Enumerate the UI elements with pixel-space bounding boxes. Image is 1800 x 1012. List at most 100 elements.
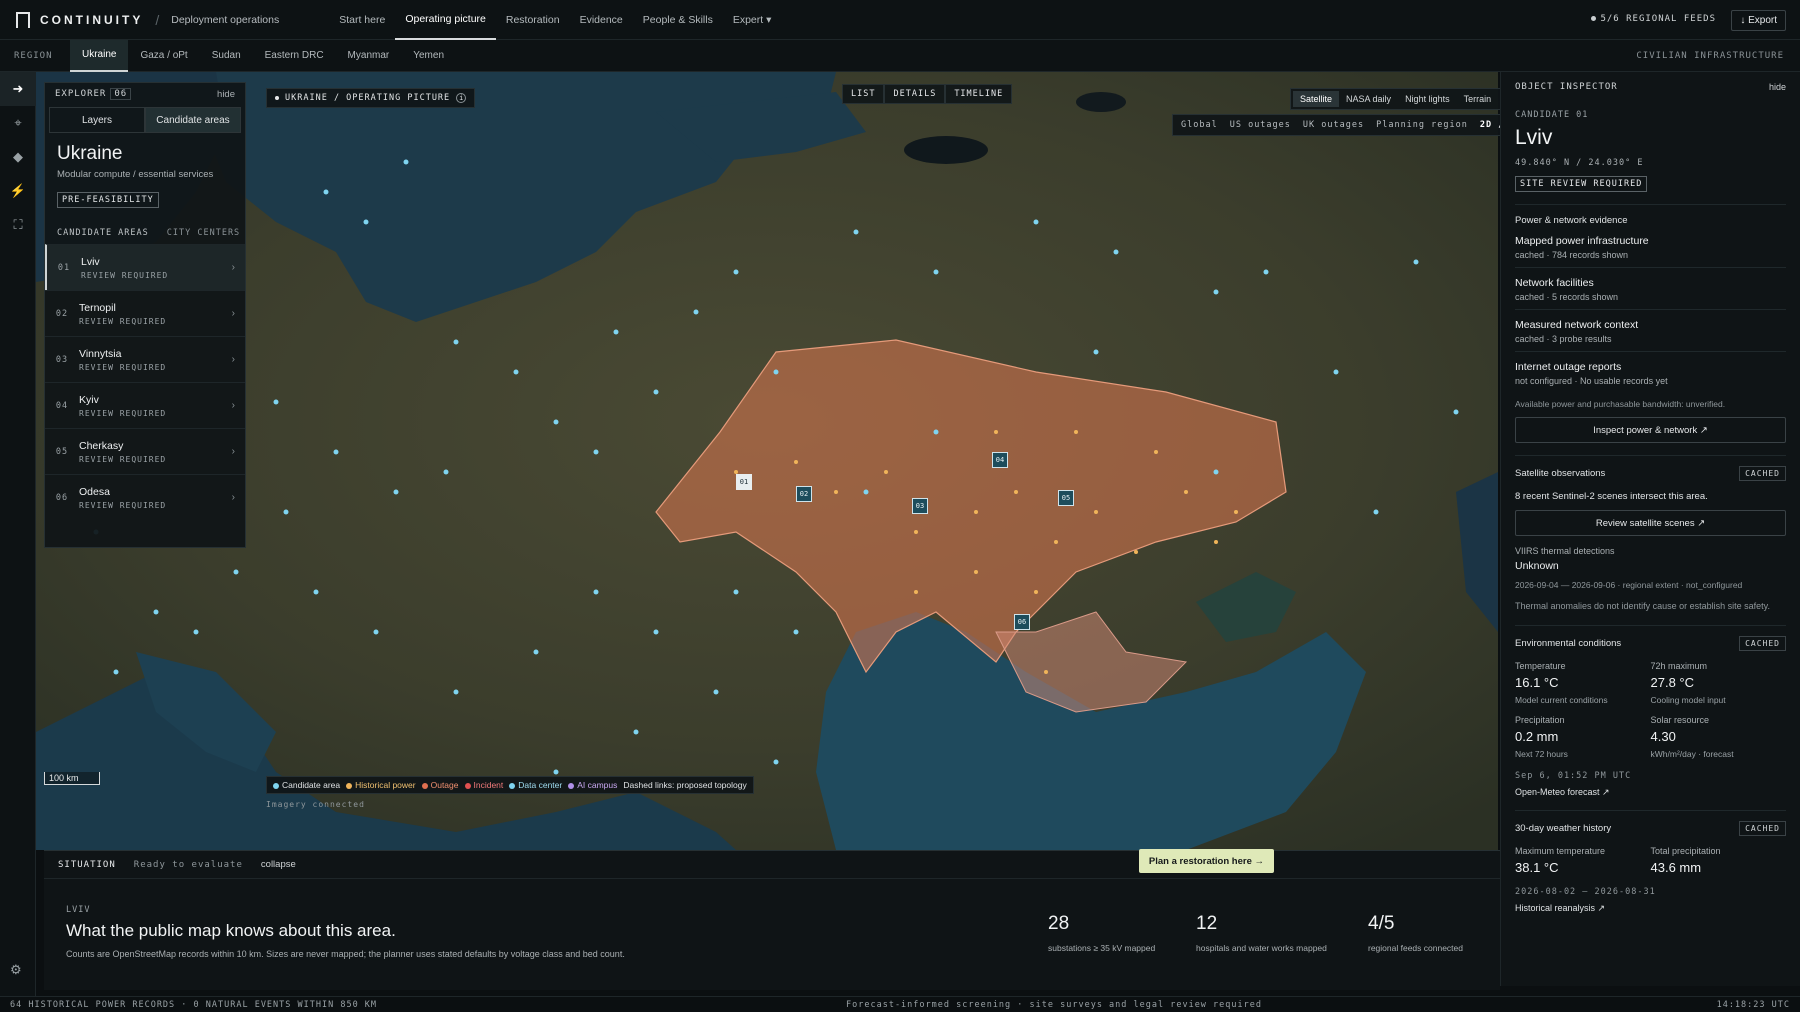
evidence-item[interactable]: Network facilities cached · 5 records sho…: [1515, 268, 1786, 310]
nav-people-skills[interactable]: People & Skills: [633, 0, 723, 40]
candidate-item-ternopil[interactable]: 02 Ternopil REVIEW REQUIRED ›: [45, 290, 245, 336]
stat-regional-feeds: 4/5 regional feeds connected: [1368, 913, 1463, 953]
map-marker-04[interactable]: 04: [992, 452, 1008, 468]
chevron-right-icon: ›: [231, 400, 235, 411]
region-tab-ukraine[interactable]: Ukraine: [70, 39, 129, 72]
fullscreen-icon[interactable]: ⛶: [0, 208, 36, 242]
basemap-night-lights[interactable]: Night lights: [1398, 91, 1457, 107]
candidate-status: REVIEW REQUIRED: [79, 454, 167, 464]
legend-dashed-links: Dashed links: proposed topology: [623, 780, 747, 790]
overlay-planning-region[interactable]: Planning region: [1370, 117, 1474, 133]
open-meteo-link[interactable]: Open-Meteo forecast ↗: [1515, 787, 1786, 798]
region-tab-eastern-drc[interactable]: Eastern DRC: [253, 40, 336, 72]
environment-section-title: Environmental conditions: [1515, 637, 1622, 649]
viirs-range: 2026-09-04 — 2026-09-06 · regional exten…: [1515, 580, 1743, 590]
map-marker-03[interactable]: 03: [912, 498, 928, 514]
satellite-map: [36, 72, 1498, 850]
candidate-list-tabs: CANDIDATE AREAS CITY CENTERS: [57, 228, 245, 238]
region-tab-myanmar[interactable]: Myanmar: [336, 40, 402, 72]
region-label: REGION: [14, 50, 53, 61]
overlay-global[interactable]: Global: [1175, 117, 1224, 133]
basemap-terrain[interactable]: Terrain: [1457, 91, 1499, 107]
evidence-item[interactable]: Mapped power infrastructure cached · 784 …: [1515, 226, 1786, 268]
viirs-value: Unknown: [1515, 560, 1559, 572]
export-button[interactable]: ↓ Export: [1731, 10, 1786, 31]
review-satellite-scenes-button[interactable]: Review satellite scenes ↗: [1515, 510, 1786, 536]
region-tab-yemen[interactable]: Yemen: [401, 40, 456, 72]
nav-start-here[interactable]: Start here: [329, 0, 395, 40]
tab-candidate-areas-list[interactable]: CANDIDATE AREAS: [57, 228, 149, 238]
view-tabs: LIST DETAILS TIMELINE: [842, 84, 1013, 104]
chevron-right-icon: ›: [231, 308, 235, 319]
evidence-item[interactable]: Measured network context cached · 3 probe…: [1515, 310, 1786, 352]
candidate-item-cherkasy[interactable]: 05 Cherkasy REVIEW REQUIRED ›: [45, 428, 245, 474]
env-precipitation: Precipitation 0.2 mm Next 72 hours: [1515, 714, 1568, 759]
layers-diamond-icon[interactable]: ◆: [0, 140, 36, 174]
nav-operating-picture[interactable]: Operating picture: [395, 0, 496, 40]
basemap-nasa-daily[interactable]: NASA daily: [1339, 91, 1398, 107]
map-marker-06[interactable]: 06: [1014, 614, 1030, 630]
candidate-item-odesa[interactable]: 06 Odesa REVIEW REQUIRED ›: [45, 474, 245, 520]
env-timestamp: Sep 6, 01:52 PM UTC: [1515, 770, 1632, 781]
stat-substations: 28 substations ≥ 35 kV mapped: [1048, 913, 1156, 953]
map-marker-02[interactable]: 02: [796, 486, 812, 502]
evidence-item[interactable]: Internet outage reports not configured · …: [1515, 352, 1786, 393]
tab-layers[interactable]: Layers: [49, 107, 145, 133]
candidate-item-lviv[interactable]: 01 Lviv REVIEW REQUIRED ›: [45, 244, 245, 290]
nav-evidence[interactable]: Evidence: [570, 0, 633, 40]
region-tab-sudan[interactable]: Sudan: [200, 40, 253, 72]
explorer-header: EXPLORER 06 hide: [45, 83, 245, 105]
nav-restoration[interactable]: Restoration: [496, 0, 570, 40]
hist-total-precipitation: Total precipitation 43.6 mm: [1650, 845, 1721, 875]
plan-restoration-button[interactable]: Plan a restoration here →: [1138, 849, 1274, 873]
tab-timeline[interactable]: TIMELINE: [945, 84, 1013, 104]
basemap-satellite[interactable]: Satellite: [1293, 91, 1340, 107]
candidate-item-vinnytsia[interactable]: 03 Vinnytsia REVIEW REQUIRED ›: [45, 336, 245, 382]
collapse-button[interactable]: collapse: [261, 859, 296, 870]
info-icon[interactable]: i: [456, 93, 467, 103]
historical-reanalysis-link[interactable]: Historical reanalysis ↗: [1515, 903, 1786, 914]
nav-expert-dropdown[interactable]: Expert ▾: [723, 0, 782, 40]
env-72h-maximum: 72h maximum 27.8 °C Cooling model input: [1650, 660, 1726, 705]
chevron-right-icon: ›: [231, 354, 235, 365]
explorer-panel: EXPLORER 06 hide Layers Candidate areas U…: [44, 82, 246, 548]
settings-gear-icon[interactable]: ⚙: [10, 962, 22, 978]
status-left: 64 HISTORICAL POWER RECORDS · 0 NATURAL …: [10, 999, 378, 1010]
map-marker-05[interactable]: 05: [1058, 490, 1074, 506]
chevron-right-icon: ›: [231, 446, 235, 457]
bandwidth-note: Available power and purchasable bandwidt…: [1515, 399, 1726, 409]
evidence-sub: cached · 784 records shown: [1515, 250, 1629, 260]
satellite-section-title: Satellite observations: [1515, 468, 1606, 479]
environment-grid: Temperature 16.1 °C Model current conditio…: [1515, 661, 1786, 759]
tool-rail: ➜ ⌖ ◆ ⚡ ⛶: [0, 72, 36, 998]
map-marker-01[interactable]: 01: [736, 474, 752, 490]
satellite-scenes-text: 8 recent Sentinel-2 scenes intersect thi…: [1515, 491, 1708, 502]
inspector-site-name: Lviv: [1515, 126, 1553, 149]
crosshair-icon[interactable]: ⌖: [0, 106, 36, 140]
map-canvas[interactable]: [36, 72, 1498, 850]
tab-candidate-areas[interactable]: Candidate areas: [145, 107, 241, 133]
candidate-item-kyiv[interactable]: 04 Kyiv REVIEW REQUIRED ›: [45, 382, 245, 428]
logo[interactable]: CONTINUITY: [16, 11, 144, 28]
inspect-power-network-button[interactable]: Inspect power & network ↗: [1515, 417, 1786, 443]
weather-history-grid: Maximum temperature 38.1 °C Total precipi…: [1515, 846, 1786, 875]
arrow-right-icon[interactable]: ➜: [0, 72, 36, 106]
brand-name: CONTINUITY: [40, 12, 144, 27]
region-tab-gaza[interactable]: Gaza / oPt: [128, 40, 199, 72]
tab-list[interactable]: LIST: [842, 84, 885, 104]
tab-details[interactable]: DETAILS: [884, 84, 946, 104]
evidence-sub: cached · 5 records shown: [1515, 292, 1619, 302]
candidate-label: CANDIDATE 01: [1515, 110, 1589, 120]
evidence-sub: cached · 3 probe results: [1515, 334, 1612, 344]
candidate-status: REVIEW REQUIRED: [79, 408, 167, 418]
candidate-number: 04: [55, 400, 69, 411]
explorer-hide-button[interactable]: hide: [217, 89, 235, 100]
overlay-us-outages[interactable]: US outages: [1224, 117, 1297, 133]
overlay-uk-outages[interactable]: UK outages: [1297, 117, 1370, 133]
lightning-icon[interactable]: ⚡: [0, 174, 36, 208]
candidate-number: 06: [55, 492, 69, 503]
inspector-hide-button[interactable]: hide: [1769, 82, 1786, 92]
tab-city-centers[interactable]: CITY CENTERS: [167, 228, 240, 238]
evidence-title: Measured network context: [1515, 319, 1639, 331]
inspector-title: OBJECT INSPECTOR: [1515, 82, 1618, 92]
